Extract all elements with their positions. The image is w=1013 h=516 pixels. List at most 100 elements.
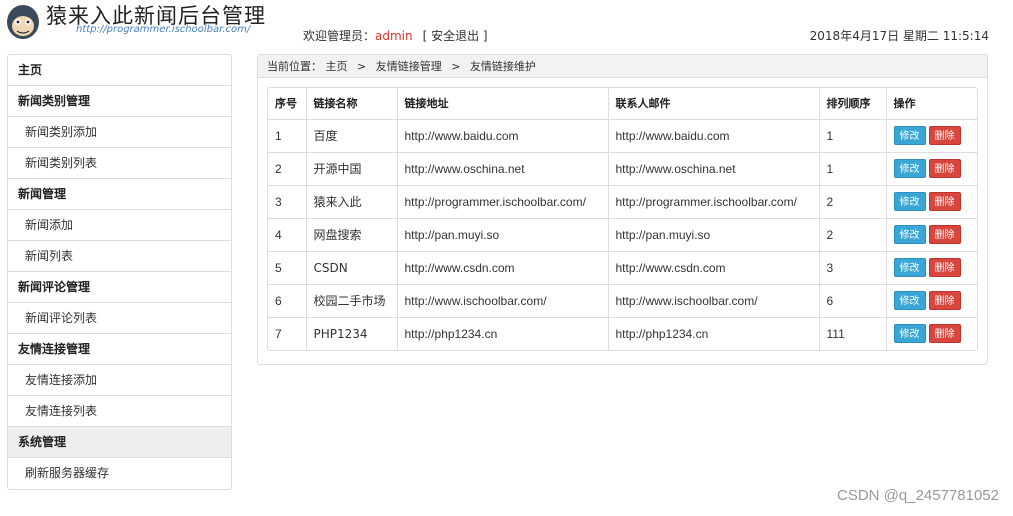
cell-contact-email: http://programmer.ischoolbar.com/ [608,185,820,219]
edit-button[interactable]: 修改 [893,159,926,178]
table-row: 7 PHP1234 http://php1234.cn http://php1234.… [268,317,977,350]
delete-button[interactable]: 删除 [928,159,961,178]
cell-actions: 修改 删除 [886,185,977,219]
table-row: 3 猿来入此 http://programmer.ischoolbar.com/ht… [268,185,977,219]
site-url: http://programmer.ischoolbar.com/ [76,24,251,35]
breadcrumb-separator: > [451,60,461,73]
table-row: 6 校园二手市场 http://www.ischoolbar.com/http://… [268,284,977,318]
delete-button[interactable]: 删除 [928,324,961,344]
cell-sort-order: 2 [819,218,887,252]
current-datetime: 2018年4月17日 星期二 11:5:14 [809,29,989,43]
cell-link-url: http://www.ischoolbar.com/ [397,284,609,318]
logout-link[interactable]: [ 安全退出 ] [423,29,488,43]
cell-index: 6 [268,284,307,318]
column-header-contact-email: 联系人邮件 [608,88,820,120]
cell-link-name: 猿来入此 [306,185,398,219]
breadcrumb-prefix: 当前位置： [267,60,322,73]
cell-actions: 修改 删除 [886,317,977,350]
cell-sort-order: 111 [819,317,887,350]
cell-actions: 修改 删除 [886,152,977,186]
breadcrumb-item-home[interactable]: 主页 [326,60,348,73]
cell-link-name: CSDN [306,251,398,285]
table-row: 4 网盘搜索 http://pan.muyi.so http://pan.muyi.s… [268,218,977,252]
sidebar-item-news-category-add[interactable]: 新闻类别添加 [8,117,231,148]
table-header-row: 序号 链接名称 链接地址 联系人邮件 排列顺序 操作 [268,88,977,120]
cell-link-name: 网盘搜索 [306,218,398,252]
welcome-bar: 欢迎管理员：admin [ 安全退出 ] [303,27,488,44]
sidebar-item-news-add[interactable]: 新闻添加 [8,210,231,241]
watermark: CSDN @q_2457781052 [836,487,999,504]
sidebar-group-news-comment[interactable]: 新闻评论管理 [8,272,231,303]
sidebar-item-refresh-cache[interactable]: 刷新服务器缓存 [8,458,231,489]
header: 猿来入此新闻后台管理 http://programmer.ischoolbar.… [0,0,1013,46]
cell-actions: 修改 删除 [886,251,977,285]
cell-contact-email: http://php1234.cn [608,317,820,350]
sidebar-group-news-category[interactable]: 新闻类别管理 [8,86,231,117]
cell-link-name: 开源中国 [306,152,398,186]
links-table-container: 序号 链接名称 链接地址 联系人邮件 排列顺序 操作 1 百度 http://www… [267,87,978,351]
edit-button[interactable]: 修改 [893,126,926,145]
cell-contact-email: http://www.oschina.net [608,152,820,186]
breadcrumb: 当前位置： 主页 > 友情链接管理 > 友情链接维护 [258,55,987,78]
delete-button[interactable]: 删除 [928,258,961,277]
breadcrumb-separator: > [357,60,367,73]
delete-button[interactable]: 删除 [928,225,961,244]
table-row: 5 CSDN http://www.csdn.com http://www.csdn.… [268,251,977,285]
breadcrumb-item-link-manage[interactable]: 友情链接管理 [376,60,442,73]
cell-link-url: http://www.baidu.com [397,119,609,153]
column-header-link-name: 链接名称 [306,88,398,120]
cell-contact-email: http://www.csdn.com [608,251,820,285]
sidebar-item-news-category-list[interactable]: 新闻类别列表 [8,148,231,179]
cell-index: 4 [268,218,307,252]
cell-sort-order: 2 [819,185,887,219]
cell-sort-order: 6 [819,284,887,318]
cell-link-name: 校园二手市场 [306,284,398,318]
table-body: 1 百度 http://www.baidu.com http://www.baidu.… [268,119,977,350]
links-table: 序号 链接名称 链接地址 联系人邮件 排列顺序 操作 1 百度 http://www… [268,88,977,350]
cell-index: 7 [268,317,307,350]
edit-button[interactable]: 修改 [893,225,926,244]
sidebar-item-news-list[interactable]: 新闻列表 [8,241,231,272]
cell-actions: 修改 删除 [886,284,977,318]
delete-button[interactable]: 删除 [928,291,961,310]
cell-index: 1 [268,119,307,153]
sidebar: 主页 新闻类别管理 新闻类别添加 新闻类别列表 新闻管理 新闻添加 新闻列表 新… [7,54,232,490]
cell-link-url: http://programmer.ischoolbar.com/ [397,185,609,219]
cell-sort-order: 3 [819,251,887,285]
cell-link-url: http://www.csdn.com [397,251,609,285]
sidebar-item-friend-link-add[interactable]: 友情连接添加 [8,365,231,396]
sidebar-group-news[interactable]: 新闻管理 [8,179,231,210]
welcome-prefix: 欢迎管理员： [303,29,376,43]
cell-index: 2 [268,152,307,186]
column-header-sort-order: 排列顺序 [819,88,887,120]
cell-sort-order: 1 [819,119,887,153]
cell-index: 5 [268,251,307,285]
cell-index: 3 [268,185,307,219]
sidebar-group-system[interactable]: 系统管理 [8,427,231,458]
cell-actions: 修改 删除 [886,218,977,252]
column-header-link-url: 链接地址 [397,88,609,120]
cell-link-name: 百度 [306,119,398,153]
cell-actions: 修改 删除 [886,119,977,153]
cell-contact-email: http://pan.muyi.so [608,218,820,252]
cell-contact-email: http://www.baidu.com [608,119,820,153]
edit-button[interactable]: 修改 [893,258,926,277]
cell-contact-email: http://www.ischoolbar.com/ [608,284,820,318]
sidebar-item-friend-link-list[interactable]: 友情连接列表 [8,396,231,427]
cell-link-url: http://php1234.cn [397,317,609,350]
delete-button[interactable]: 删除 [928,192,961,211]
sidebar-group-friend-link[interactable]: 友情连接管理 [8,334,231,365]
edit-button[interactable]: 修改 [893,324,926,344]
sidebar-item-home[interactable]: 主页 [8,55,231,86]
column-header-index: 序号 [268,88,307,120]
sidebar-item-news-comment-list[interactable]: 新闻评论列表 [8,303,231,334]
cell-link-name: PHP1234 [306,317,398,350]
edit-button[interactable]: 修改 [893,192,926,211]
cell-link-url: http://pan.muyi.so [397,218,609,252]
cell-sort-order: 1 [819,152,887,186]
delete-button[interactable]: 删除 [928,126,961,145]
edit-button[interactable]: 修改 [893,291,926,310]
monkey-logo-icon [7,5,39,39]
cell-link-url: http://www.oschina.net [397,152,609,186]
table-row: 1 百度 http://www.baidu.com http://www.baidu.… [268,119,977,153]
